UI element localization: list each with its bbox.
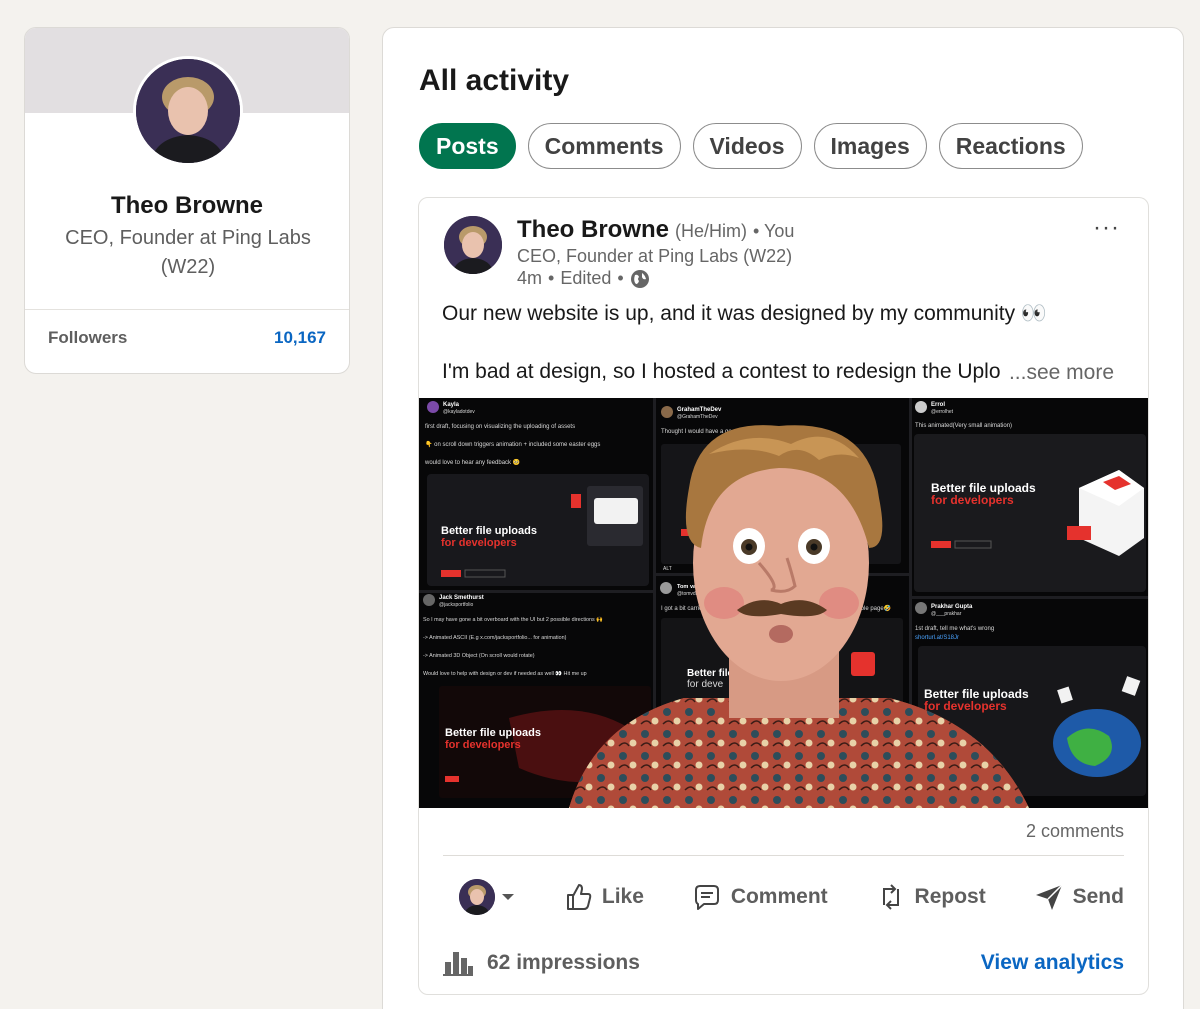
send-icon (1035, 884, 1063, 910)
post-text-truncated: I'm bad at design, so I hosted a contest… (442, 360, 1001, 383)
meta-dot: • (617, 268, 624, 288)
tile-link: shorturl.at/S18Jr (915, 635, 959, 641)
repost-icon (882, 884, 899, 910)
tile-user: GrahamTheDev (677, 407, 722, 413)
tile-handle: @___prakhar (931, 611, 962, 617)
tile-line: would love to hear any feedback 🥺 (424, 458, 520, 466)
author-you-label: • You (753, 221, 795, 241)
tile-user: Kayla (443, 402, 460, 408)
actor-switcher[interactable] (443, 879, 515, 915)
tile-user: Errol (931, 402, 945, 408)
post-image[interactable]: Kayla @kayladotdev first draft, focusing… (419, 398, 1148, 808)
tile-handle: @tomvdb (677, 591, 699, 597)
tile-line: This animated(Very small animation) (915, 423, 1012, 429)
send-button[interactable]: Send (1033, 881, 1124, 913)
followers-count[interactable]: 10,167 (274, 328, 326, 348)
tile-line: 👇 on scroll down triggers animation + in… (425, 440, 600, 448)
post-time: 4m (517, 268, 543, 288)
impressions[interactable]: 62 impressions (443, 950, 640, 976)
filter-posts[interactable]: Posts (419, 123, 516, 169)
activity-card: All activity Posts Comments Videos Image… (382, 27, 1184, 1009)
tile-line: -> Animated 3D Object (On scroll would r… (423, 653, 535, 659)
bar-chart-icon (443, 952, 473, 976)
tile-line: -> Animated ASCII (E.g x.com/jacksportfo… (423, 635, 567, 641)
author-name[interactable]: Theo Browne (517, 216, 669, 244)
comment-icon (694, 885, 719, 910)
author-pronouns: (He/Him) (675, 221, 748, 241)
tile-title: Better file (687, 668, 734, 679)
filter-comments[interactable]: Comments (527, 123, 681, 169)
activity-filters: Posts Comments Videos Images Reactions (419, 123, 1083, 169)
filter-videos[interactable]: Videos (692, 123, 802, 169)
page-title: All activity (419, 64, 570, 97)
tile-sub: for developers (441, 537, 517, 549)
tile-handle: @GrahamTheDev (677, 414, 718, 420)
like-button[interactable]: Like (562, 881, 644, 913)
meta-dot: • (548, 268, 555, 288)
tile-handle: @errolhet (931, 409, 954, 415)
chevron-down-icon (502, 894, 514, 900)
analytics-row: 62 impressions View analytics (443, 950, 1124, 976)
tile-sub: for developers (924, 699, 1007, 713)
tile-line: first draft, focusing on visualizing the… (425, 424, 575, 430)
tile-line: Would love to help with design or dev if… (423, 670, 587, 677)
filter-reactions[interactable]: Reactions (938, 123, 1083, 169)
author-headline: CEO, Founder at Ping Labs (W22) (517, 246, 793, 266)
tile-sub: for developers (931, 493, 1014, 507)
like-label: Like (601, 885, 644, 908)
filter-images[interactable]: Images (813, 123, 927, 169)
post-actions: Like Comment Repost Send (443, 872, 1124, 922)
tile-line: Thought I would have a go (661, 429, 732, 435)
divider (443, 855, 1124, 856)
view-analytics-link[interactable]: View analytics (981, 951, 1124, 975)
tile-line: 1st draft, tell me what's wrong (915, 626, 994, 632)
author-avatar[interactable] (444, 216, 502, 274)
see-more-link[interactable]: ...see more (1009, 361, 1114, 385)
comment-button[interactable]: Comment (691, 881, 828, 913)
divider (25, 309, 349, 310)
post-edited: Edited (560, 268, 612, 288)
author-line: Theo Browne (He/Him) • You (517, 216, 794, 244)
profile-card: Theo Browne CEO, Founder at Ping Labs (W… (24, 27, 350, 374)
comments-count[interactable]: 2 comments (1026, 821, 1124, 842)
more-options-icon[interactable]: ··· (1093, 214, 1120, 242)
impressions-label: 62 impressions (487, 951, 640, 974)
post-meta: 4m • Edited • (517, 268, 650, 289)
globe-icon (630, 269, 649, 288)
tile-title: Better file uploads (441, 525, 537, 537)
tile-handle: @kayladotdev (443, 409, 475, 415)
actor-avatar (459, 879, 495, 915)
send-label: Send (1072, 885, 1124, 908)
comment-label: Comment (730, 885, 828, 908)
tile-sub: for deve (687, 679, 724, 690)
profile-avatar[interactable] (133, 56, 243, 166)
repost-label: Repost (914, 885, 986, 908)
post-text: Our new website is up, and it was design… (442, 302, 1048, 325)
followers-label: Followers (48, 328, 128, 347)
repost-button[interactable]: Repost (875, 881, 986, 913)
followers-row[interactable]: Followers 10,167 (48, 328, 326, 348)
tile-title: Better file uploads (445, 727, 541, 739)
tile-line: So I may have gone a bit overboard with … (423, 616, 603, 623)
tile-line: I got a bit carried (661, 606, 706, 612)
tile-user: Jack Smethurst (439, 595, 484, 601)
tile-handle: @jacksportfolio (439, 602, 473, 608)
tile-user: Prakhar Gupta (931, 604, 973, 610)
tile-sub: for developers (445, 739, 521, 751)
profile-headline: CEO, Founder at Ping Labs (W22) (65, 227, 311, 278)
profile-name[interactable]: Theo Browne (25, 192, 349, 220)
thumbs-up-icon (566, 884, 592, 910)
alt-badge: ALT (663, 566, 672, 572)
post-card: Theo Browne (He/Him) • You CEO, Founder … (418, 197, 1149, 995)
